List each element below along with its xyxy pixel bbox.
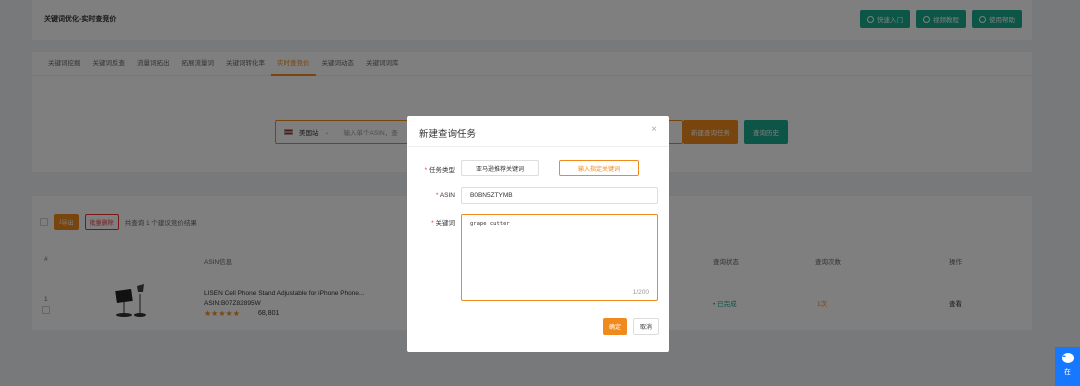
cancel-button[interactable]: 取消 xyxy=(633,318,659,335)
new-query-task-dialog: 新建查询任务 × * 任务类型 亚马逊推荐关键词 输入指定关键词 * ASIN … xyxy=(407,116,669,352)
asin-input[interactable]: B0BN5ZTYMB xyxy=(461,187,658,204)
keyword-count: 1/200 xyxy=(632,289,649,296)
close-icon[interactable]: × xyxy=(651,124,657,135)
dialog-title: 新建查询任务 xyxy=(419,129,477,140)
keyword-value: grape cutter xyxy=(470,221,510,227)
asin-label: * ASIN xyxy=(435,192,455,199)
chat-bubble-icon xyxy=(1061,353,1074,363)
task-type-label: * 任务类型 xyxy=(424,167,455,174)
chat-label: 在 xyxy=(1064,369,1071,376)
dialog-divider xyxy=(407,146,669,147)
keyword-textarea[interactable]: grape cutter 1/200 xyxy=(461,214,658,301)
keyword-label-text: 关键词 xyxy=(435,220,456,227)
asin-label-text: ASIN xyxy=(439,192,455,199)
chat-widget[interactable]: 在 xyxy=(1055,347,1080,386)
confirm-button[interactable]: 确定 xyxy=(603,318,627,335)
task-type-text: 任务类型 xyxy=(429,167,455,174)
amazon-recommended-option[interactable]: 亚马逊推荐关键词 xyxy=(461,160,539,176)
keyword-label: * 关键词 xyxy=(431,220,456,227)
specified-keyword-option[interactable]: 输入指定关键词 xyxy=(559,160,639,176)
